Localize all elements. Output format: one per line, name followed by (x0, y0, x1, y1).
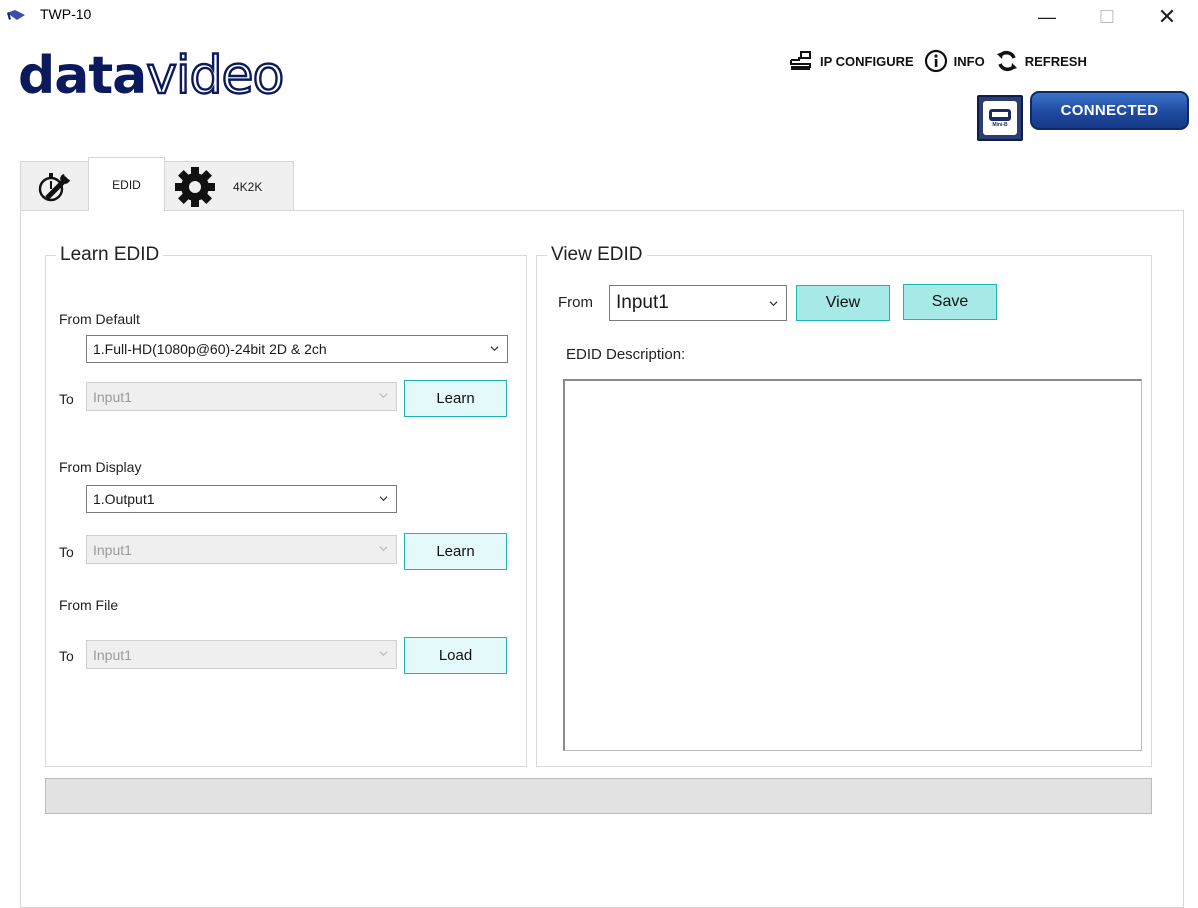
datavideo-logo: datavideo (18, 49, 286, 103)
to-label-3: To (59, 648, 74, 664)
to-input-select-2[interactable]: Input1 (86, 535, 397, 564)
learn-button-default[interactable]: Learn (404, 380, 507, 417)
edid-description-textarea[interactable] (563, 379, 1142, 751)
to-input-value-3: Input1 (93, 646, 132, 663)
learn-button-display[interactable]: Learn (404, 533, 507, 570)
save-button[interactable]: Save (903, 284, 997, 320)
stopwatch-wrench-icon (38, 172, 70, 201)
close-button[interactable]: ✕ (1142, 0, 1192, 34)
minimize-button[interactable]: — (1022, 0, 1072, 34)
info-label: INFO (953, 53, 985, 69)
refresh-label: REFRESH (1024, 53, 1087, 69)
usb-port-icon (989, 109, 1011, 121)
view-button[interactable]: View (796, 285, 890, 321)
to-input-value-1: Input1 (93, 388, 132, 405)
view-edid-title: View EDID (547, 244, 647, 266)
connected-button[interactable]: CONNECTED (1030, 91, 1189, 130)
to-label-2: To (59, 544, 74, 560)
app-icon (7, 10, 25, 20)
chevron-down-icon (379, 496, 388, 502)
chevron-down-icon (769, 301, 778, 307)
logo-part-video: video (145, 46, 285, 106)
tab-4k2k-label: 4K2K (233, 179, 263, 194)
to-input-select-1[interactable]: Input1 (86, 382, 397, 411)
tab-diagnostics[interactable] (20, 161, 89, 211)
chevron-down-icon (379, 393, 388, 399)
from-display-label: From Display (59, 459, 142, 475)
title-bar: TWP-10 — ☐ ✕ (0, 0, 1198, 36)
tab-edid[interactable]: EDID (88, 157, 165, 211)
view-from-label: From (558, 294, 593, 311)
logo-part-data: data (18, 46, 147, 106)
refresh-icon (996, 51, 1017, 71)
view-from-value: Input1 (616, 292, 669, 313)
chevron-down-icon (379, 651, 388, 657)
progress-bar (45, 778, 1152, 814)
to-input-value-2: Input1 (93, 541, 132, 558)
default-edid-select[interactable]: 1.Full-HD(1080p@60)-24bit 2D & 2ch (86, 335, 508, 363)
ip-configure-label: IP CONFIGURE (820, 53, 914, 69)
network-icon (790, 51, 811, 70)
refresh-button[interactable]: REFRESH (995, 49, 1087, 73)
learn-edid-title: Learn EDID (56, 244, 164, 266)
load-button[interactable]: Load (404, 637, 507, 674)
chevron-down-icon (379, 546, 388, 552)
tab-4k2k[interactable]: 4K2K (164, 161, 294, 211)
maximize-button[interactable]: ☐ (1082, 0, 1132, 34)
default-edid-value: 1.Full-HD(1080p@60)-24bit 2D & 2ch (93, 341, 327, 357)
display-edid-value: 1.Output1 (93, 491, 155, 507)
chevron-down-icon (490, 346, 499, 352)
to-label-1: To (59, 391, 74, 407)
window-title: TWP-10 (40, 6, 92, 22)
gear-icon (175, 166, 215, 207)
ip-configure-button[interactable]: IP CONFIGURE (788, 50, 914, 72)
info-button[interactable]: INFO (924, 49, 985, 73)
from-file-label: From File (59, 597, 119, 613)
info-icon (924, 49, 947, 73)
usb-connection-indicator: Mini-B (977, 95, 1023, 141)
edid-description-label: EDID Description: (566, 346, 686, 363)
from-default-label: From Default (59, 311, 140, 327)
display-edid-select[interactable]: 1.Output1 (86, 485, 397, 513)
view-from-select[interactable]: Input1 (609, 285, 787, 321)
usb-label: Mini-B (992, 122, 1008, 128)
to-input-select-3[interactable]: Input1 (86, 640, 397, 669)
toolbar: IP CONFIGURE INFO REFRESH (788, 48, 1097, 74)
